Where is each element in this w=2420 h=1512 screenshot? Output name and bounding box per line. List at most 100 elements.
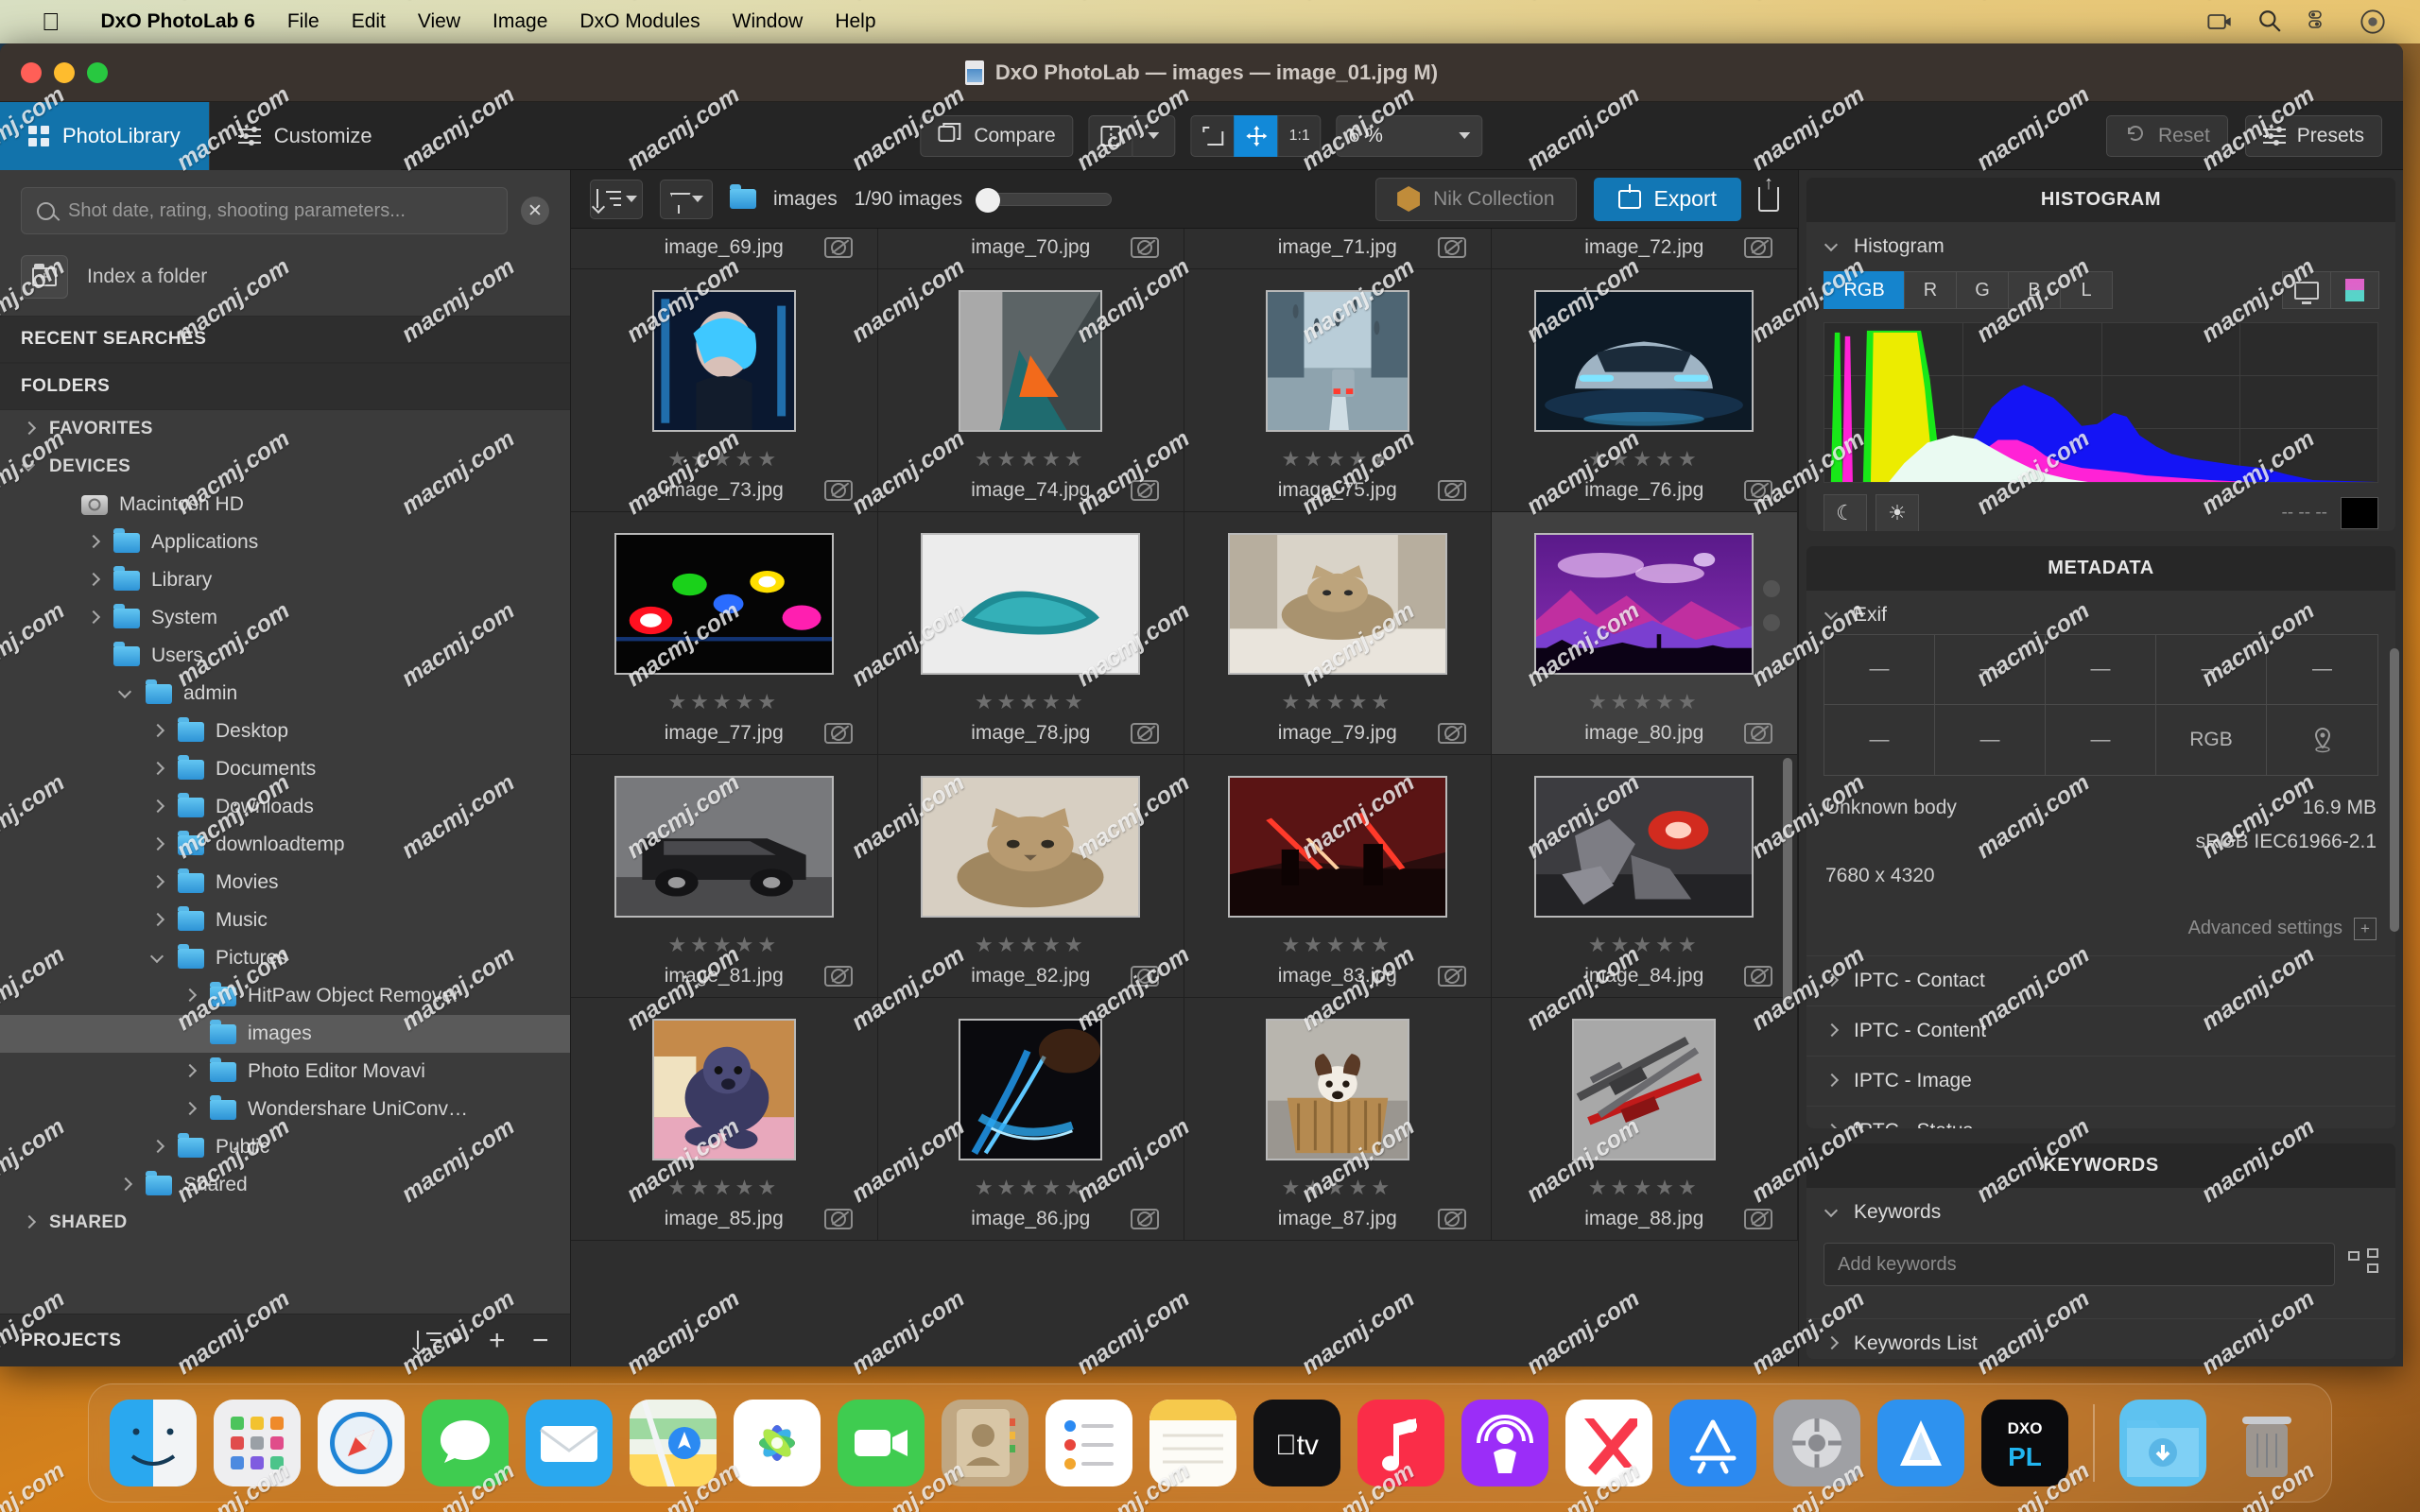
tree-item-movies[interactable]: Movies <box>0 864 570 902</box>
keywords-input[interactable]: Add keywords <box>1824 1243 2335 1287</box>
view-mode-dropdown[interactable] <box>1132 114 1176 157</box>
dock-item-photos[interactable] <box>734 1400 821 1486</box>
nik-collection-button[interactable]: Nik Collection <box>1375 177 1577 221</box>
rating-stars[interactable]: ★★★★★ <box>1281 1176 1393 1200</box>
reset-button[interactable]: Reset <box>2105 114 2228 157</box>
rating-stars[interactable]: ★★★★★ <box>1281 690 1393 714</box>
chevron-right-icon[interactable] <box>149 1139 166 1156</box>
menu-item-help[interactable]: Help <box>819 10 891 33</box>
iptc-content-section[interactable]: IPTC - Content <box>1806 1005 2395 1056</box>
thumbnail-cell[interactable]: ★★★★★ image_79.jpg <box>1184 512 1492 755</box>
thumbnail-image[interactable] <box>1534 533 1754 675</box>
chevron-right-icon[interactable] <box>21 421 38 438</box>
rating-stars[interactable]: ★★★★★ <box>1588 447 1701 472</box>
thumbnail-image[interactable] <box>1265 290 1409 432</box>
channel-b[interactable]: B <box>2008 271 2061 309</box>
thumbnail-cell[interactable]: ★★★★★ image_80.jpg <box>1491 512 1798 755</box>
iptc-image-section[interactable]: IPTC - Image <box>1806 1055 2395 1106</box>
thumbnail-cell[interactable]: ★★★★★ image_88.jpg <box>1491 998 1798 1241</box>
tree-item-users[interactable]: Users <box>0 637 570 675</box>
dock-item-tv[interactable]: tv <box>1253 1400 1340 1486</box>
thumbnail-image[interactable] <box>614 776 834 918</box>
thumbnail-cell[interactable]: ★★★★★ image_85.jpg <box>571 998 878 1241</box>
dock-item-facetime[interactable] <box>838 1400 925 1486</box>
tree-item-devices[interactable]: DEVICES <box>0 448 570 486</box>
advanced-settings-row[interactable]: Advanced settings + <box>1806 893 2395 955</box>
fit-to-screen-icon[interactable] <box>1190 114 1235 157</box>
rating-stars[interactable]: ★★★★★ <box>667 690 780 714</box>
recent-searches-header[interactable]: RECENT SEARCHES <box>0 316 570 363</box>
split-view-icon[interactable] <box>1088 114 1132 157</box>
ratio-1-1-button[interactable]: 1:1 <box>1277 114 1322 157</box>
dock-item-music[interactable] <box>1357 1400 1444 1486</box>
tree-item-documents[interactable]: Documents <box>0 750 570 788</box>
chevron-down-icon[interactable] <box>117 685 134 702</box>
thumbnail-image[interactable] <box>959 1019 1103 1160</box>
dock-item-system-settings[interactable] <box>1773 1400 1860 1486</box>
index-folder-row[interactable]: Index a folder <box>0 246 570 316</box>
thumbnail-cell[interactable]: image_71.jpg <box>1184 229 1492 269</box>
rating-stars[interactable]: ★★★★★ <box>975 1176 1087 1200</box>
menu-item-dxo-modules[interactable]: DxO Modules <box>563 10 716 33</box>
index-folder-button[interactable] <box>21 255 68 299</box>
chevron-right-icon[interactable] <box>182 1063 199 1080</box>
keyword-hierarchy-icon[interactable] <box>2348 1248 2378 1279</box>
tree-item-system[interactable]: System <box>0 599 570 637</box>
control-center-icon[interactable] <box>2308 9 2335 35</box>
tree-item-applications[interactable]: Applications <box>0 524 570 561</box>
chevron-right-icon[interactable] <box>149 874 166 891</box>
rating-stars[interactable]: ★★★★★ <box>1588 1176 1701 1200</box>
chevron-down-icon[interactable] <box>149 950 166 967</box>
menu-item-view[interactable]: View <box>402 10 476 33</box>
thumbnail-image[interactable] <box>1227 533 1447 675</box>
thumbnail-image[interactable] <box>921 533 1141 675</box>
dock-item-news[interactable] <box>1565 1400 1652 1486</box>
tree-item-wondershare-uniconv[interactable]: Wondershare UniConv… <box>0 1091 570 1128</box>
tree-item-images[interactable]: images <box>0 1015 570 1053</box>
tree-item-downloads[interactable]: Downloads <box>0 788 570 826</box>
chevron-right-icon[interactable] <box>149 799 166 816</box>
share-icon[interactable] <box>1758 186 1779 212</box>
thumbnail-cell[interactable]: ★★★★★ image_86.jpg <box>877 998 1184 1241</box>
plus-icon[interactable]: + <box>2354 917 2377 940</box>
chevron-right-icon[interactable] <box>85 534 102 551</box>
search-icon[interactable] <box>2257 9 2284 35</box>
chevron-right-icon[interactable] <box>182 988 199 1005</box>
dock-item-podcasts[interactable] <box>1461 1400 1548 1486</box>
monitor-icon[interactable] <box>2282 271 2331 309</box>
dock-item-maps[interactable] <box>630 1400 717 1486</box>
pan-tool-icon[interactable] <box>1234 114 1278 157</box>
tree-item-admin[interactable]: admin <box>0 675 570 713</box>
dock-item-downloads-folder[interactable] <box>2119 1400 2206 1486</box>
rating-stars[interactable]: ★★★★★ <box>667 1176 780 1200</box>
menu-item-file[interactable]: File <box>271 10 336 33</box>
tree-item-hitpaw-object-remover[interactable]: HitPaw Object Remover <box>0 977 570 1015</box>
dock-item-launchpad[interactable] <box>214 1400 301 1486</box>
thumbnail-cell[interactable]: ★★★★★ image_78.jpg <box>877 512 1184 755</box>
dock-item-notes[interactable] <box>1150 1400 1236 1486</box>
dock-item-messages[interactable] <box>422 1400 509 1486</box>
thumbnail-image[interactable] <box>1572 1019 1717 1160</box>
tree-item-favorites[interactable]: FAVORITES <box>0 410 570 448</box>
thumbnail-size-slider[interactable] <box>976 187 1113 213</box>
thumbnail-cell[interactable]: image_69.jpg <box>571 229 878 269</box>
thumbnail-image[interactable] <box>651 290 796 432</box>
rating-stars[interactable]: ★★★★★ <box>975 447 1087 472</box>
tree-item-shared[interactable]: Shared <box>0 1166 570 1204</box>
menu-item-app[interactable]: DxO PhotoLab 6 <box>85 10 271 33</box>
channel-g[interactable]: G <box>1956 271 2009 309</box>
rating-stars[interactable]: ★★★★★ <box>667 933 780 957</box>
chevron-right-icon[interactable] <box>85 572 102 589</box>
sort-order-button[interactable] <box>590 179 643 219</box>
slider-knob[interactable] <box>976 187 1001 213</box>
thumbnail-cell[interactable]: ★★★★★ image_73.jpg <box>571 269 878 512</box>
thumbnail-cell[interactable]: ★★★★★ image_83.jpg <box>1184 755 1492 998</box>
compare-button[interactable]: Compare <box>920 114 1074 157</box>
tree-item-library[interactable]: Library <box>0 561 570 599</box>
thumbnail-image[interactable] <box>1534 290 1754 432</box>
channel-rgb[interactable]: RGB <box>1824 271 1905 309</box>
rating-stars[interactable]: ★★★★★ <box>1281 933 1393 957</box>
tab-photolibrary[interactable]: PhotoLibrary <box>0 101 209 170</box>
thumbnail-cell[interactable]: ★★★★★ image_87.jpg <box>1184 998 1492 1241</box>
tree-item-shared[interactable]: SHARED <box>0 1204 570 1242</box>
